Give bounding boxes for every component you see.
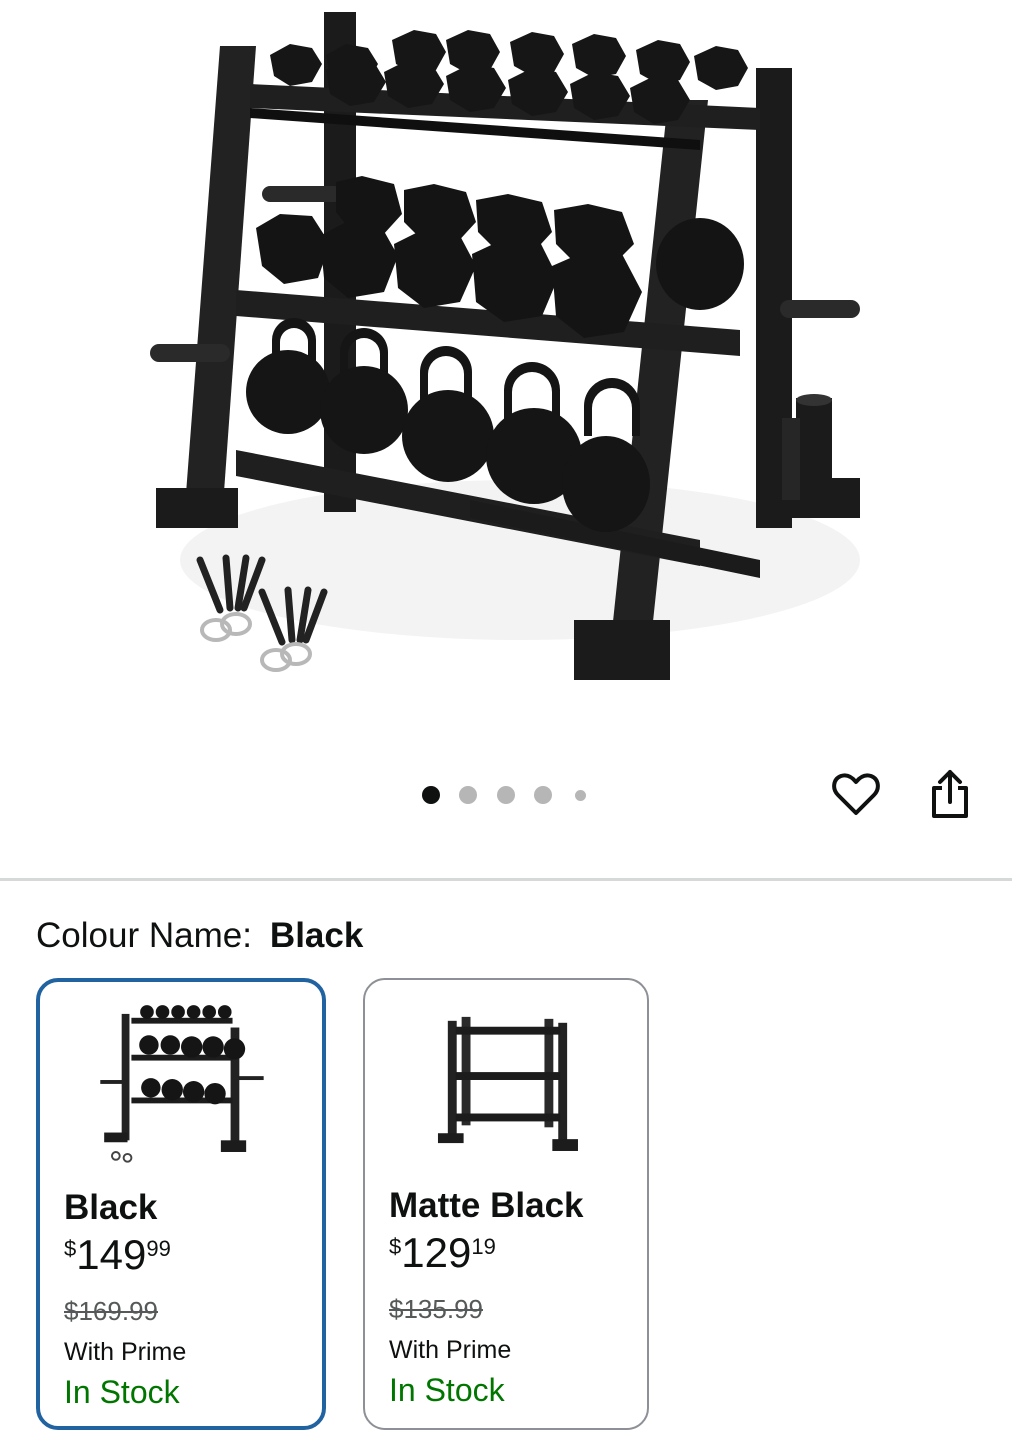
price-currency: $ xyxy=(64,1236,77,1261)
colour-selection-header: Colour Name: Black xyxy=(36,914,363,958)
variant-price: $14999 xyxy=(64,1234,171,1276)
section-divider xyxy=(0,878,1012,881)
carousel-dot-2[interactable] xyxy=(459,786,477,804)
price-fraction: 19 xyxy=(471,1234,496,1259)
prime-label: With Prime xyxy=(64,1338,187,1366)
price-currency: $ xyxy=(389,1234,402,1259)
variant-name: Black xyxy=(64,1188,158,1227)
stock-status: In Stock xyxy=(389,1372,505,1408)
variant-thumbnail-image xyxy=(100,1005,264,1163)
price-fraction: 99 xyxy=(146,1236,171,1261)
share-button[interactable] xyxy=(920,764,980,824)
carousel-dot-4[interactable] xyxy=(534,786,552,804)
variant-price: $12919 xyxy=(389,1232,496,1274)
heart-icon xyxy=(832,773,880,815)
carousel-indicator[interactable] xyxy=(418,784,598,806)
price-whole: 129 xyxy=(401,1229,472,1276)
colour-value: Black xyxy=(269,916,364,955)
variant-card-black[interactable]: Black $14999 $169.99 With Prime In Stock xyxy=(36,978,326,1430)
variant-name: Matte Black xyxy=(389,1186,584,1225)
prime-label: With Prime xyxy=(389,1336,512,1364)
carousel-dot-3[interactable] xyxy=(497,786,515,804)
weight-rack-image xyxy=(150,12,860,680)
stock-status: In Stock xyxy=(64,1374,180,1410)
wishlist-button[interactable] xyxy=(826,764,886,824)
list-price: $135.99 xyxy=(389,1294,483,1324)
price-whole: 149 xyxy=(76,1231,147,1278)
variant-card-matte-black[interactable]: Matte Black $12919 $135.99 With Prime In… xyxy=(363,978,649,1430)
product-image[interactable] xyxy=(0,0,1012,740)
list-price: $169.99 xyxy=(64,1296,158,1326)
share-icon xyxy=(932,770,968,818)
carousel-dot-5[interactable] xyxy=(575,790,586,801)
colour-label: Colour Name: xyxy=(36,916,252,955)
variant-thumbnail-image xyxy=(437,1016,578,1151)
carousel-dot-1[interactable] xyxy=(422,786,440,804)
